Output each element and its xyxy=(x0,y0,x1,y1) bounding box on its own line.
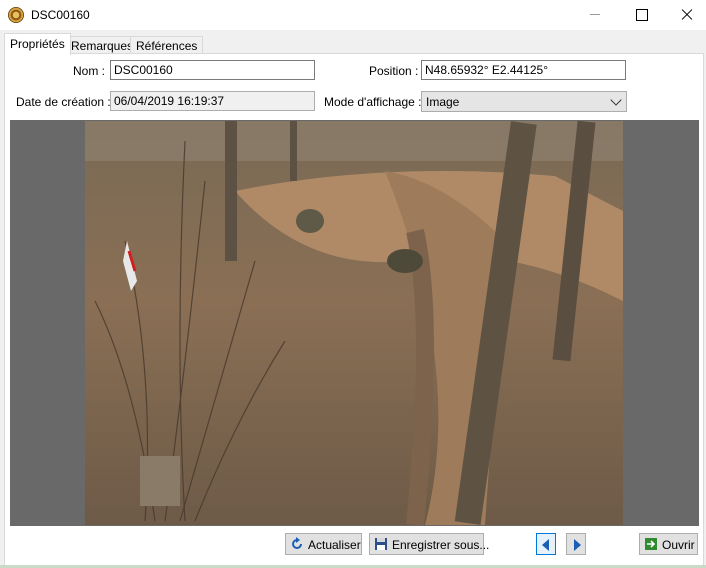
photo-image xyxy=(85,121,623,525)
save-as-button-label: Enregistrer sous... xyxy=(392,538,490,552)
close-button[interactable] xyxy=(664,0,706,30)
tab-remarques[interactable]: Remarques xyxy=(65,36,140,54)
tab-references[interactable]: Références xyxy=(130,36,204,54)
floppy-disk-icon xyxy=(375,538,387,550)
tab-proprietes[interactable]: Propriétés xyxy=(4,33,71,55)
refresh-icon xyxy=(292,537,302,549)
title-bar: DSC00160 xyxy=(0,0,706,30)
nom-label: Nom : xyxy=(73,64,106,78)
refresh-button[interactable]: Actualiser xyxy=(285,533,362,555)
mode-label: Mode d'affichage : xyxy=(324,95,422,109)
open-button-label: Ouvrir xyxy=(662,538,695,552)
app-icon xyxy=(8,7,24,23)
save-as-button[interactable]: Enregistrer sous... xyxy=(369,533,489,555)
refresh-button-label: Actualiser xyxy=(308,538,361,552)
chevron-down-icon xyxy=(610,94,622,106)
nom-input[interactable]: DSC00160 xyxy=(110,60,315,80)
mode-select-value: Image xyxy=(426,95,460,109)
open-exit-icon xyxy=(645,538,657,550)
window-title: DSC00160 xyxy=(31,8,90,22)
previous-button[interactable] xyxy=(536,533,556,555)
mode-select[interactable]: Image xyxy=(421,91,627,112)
position-input[interactable]: N48.65932° E2.44125° xyxy=(421,60,626,80)
open-button[interactable]: Ouvrir xyxy=(639,533,698,555)
position-label: Position : xyxy=(369,64,419,78)
maximize-button[interactable] xyxy=(618,0,664,30)
date-label: Date de création : xyxy=(16,95,111,109)
next-button[interactable] xyxy=(566,533,586,555)
arrow-right-icon xyxy=(574,539,581,551)
date-field: 06/04/2019 16:19:37 xyxy=(110,91,315,111)
arrow-left-icon xyxy=(542,539,549,551)
minimize-button[interactable] xyxy=(572,0,618,30)
